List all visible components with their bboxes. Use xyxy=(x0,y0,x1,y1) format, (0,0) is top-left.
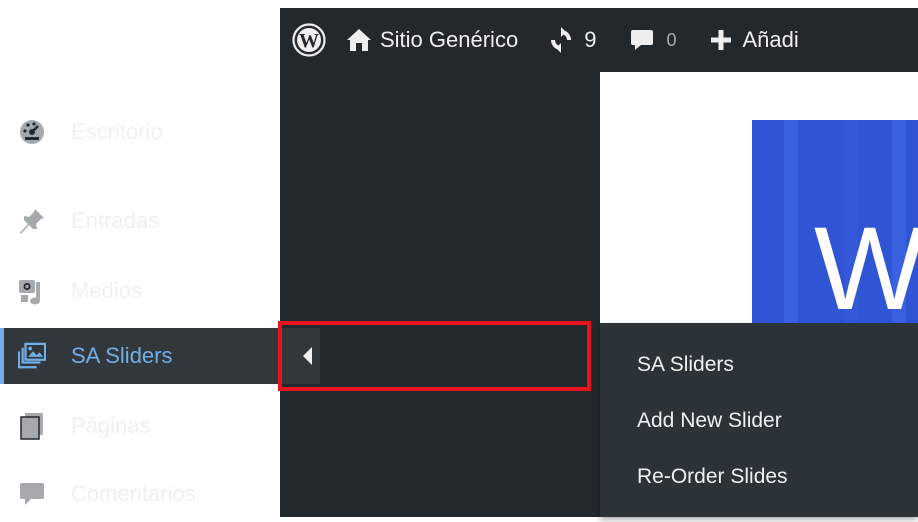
updates-link[interactable]: 9 xyxy=(548,8,596,72)
sidebar-item-comentarios[interactable]: Comentarios xyxy=(0,466,320,522)
comments-link[interactable]: 0 xyxy=(630,8,676,72)
new-content-link[interactable]: Añadi xyxy=(710,8,799,72)
sidebar-item-label: SA Sliders xyxy=(71,343,173,368)
media-icon xyxy=(18,277,46,305)
slider-images-icon xyxy=(18,342,46,370)
plus-icon xyxy=(710,29,732,51)
sidebar-item-escritorio[interactable]: Escritorio xyxy=(0,104,320,160)
sidebar-item-paginas[interactable]: Páginas xyxy=(0,398,320,454)
wordpress-logo-icon[interactable]: W xyxy=(292,23,326,57)
submenu-item-add-new-slider[interactable]: Add New Slider xyxy=(637,409,782,433)
sidebar-item-label: Escritorio xyxy=(71,119,163,144)
welcome-banner-image: W xyxy=(752,120,918,330)
admin-bar: W Sitio Genérico 9 0 Añadi xyxy=(280,8,918,72)
sa-sliders-submenu: SA Sliders Add New Slider Re-Order Slide… xyxy=(600,323,918,517)
home-icon xyxy=(346,28,372,52)
updates-count: 9 xyxy=(584,27,597,52)
sidebar-item-sa-sliders[interactable]: SA Sliders xyxy=(0,328,320,384)
banner-stripe xyxy=(784,120,798,330)
admin-sidebar xyxy=(280,72,600,517)
site-name-link[interactable]: Sitio Genérico xyxy=(346,8,518,72)
comment-bubble-icon xyxy=(630,28,654,52)
comment-icon xyxy=(18,480,46,508)
sidebar-item-label: Entradas xyxy=(71,208,160,233)
sidebar-item-medios[interactable]: Medios xyxy=(0,263,320,319)
dashboard-icon xyxy=(18,118,46,146)
sidebar-item-entradas[interactable]: Entradas xyxy=(0,193,320,249)
active-indicator xyxy=(0,328,4,384)
site-name-label: Sitio Genérico xyxy=(380,27,519,52)
svg-text:W: W xyxy=(299,30,319,52)
updates-icon xyxy=(548,27,574,53)
submenu-item-sa-sliders[interactable]: SA Sliders xyxy=(637,353,734,377)
banner-heading: W xyxy=(814,203,918,330)
page-icon xyxy=(18,412,46,440)
new-content-label: Añadi xyxy=(742,27,799,52)
submenu-item-re-order-slides[interactable]: Re-Order Slides xyxy=(637,465,788,489)
sidebar-item-label: Páginas xyxy=(71,413,151,438)
submenu-caret-icon xyxy=(303,347,312,365)
sidebar-item-label: Comentarios xyxy=(71,481,196,506)
sidebar-item-label: Medios xyxy=(71,278,142,303)
pin-icon xyxy=(18,207,46,235)
comments-count: 0 xyxy=(666,29,677,50)
